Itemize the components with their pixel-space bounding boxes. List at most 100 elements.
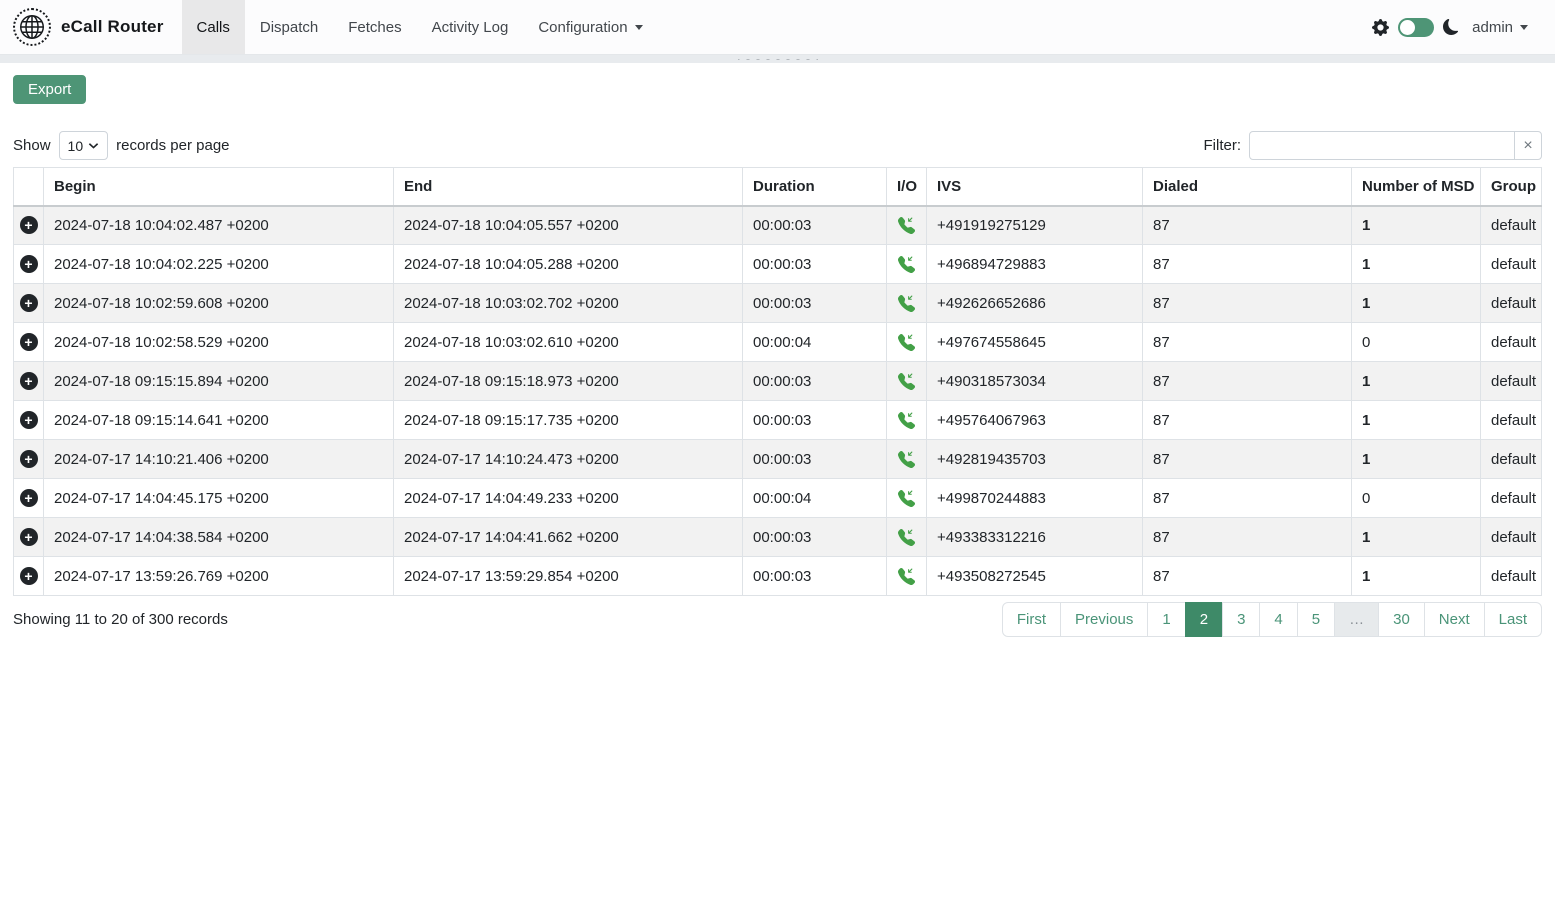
globe-icon [20,15,44,39]
phone-incoming-icon [898,373,915,390]
dialed-cell: 87 [1143,245,1352,284]
oecon-globe-logo [13,8,51,46]
dialed-cell: 87 [1143,479,1352,518]
io-cell [887,245,927,284]
table-footer: Showing 11 to 20 of 300 records FirstPre… [13,602,1542,637]
moon-icon [1443,19,1459,35]
msd-cell: 0 [1352,479,1481,518]
dialed-cell: 87 [1143,284,1352,323]
begin-cell: 2024-07-18 09:15:14.641 +0200 [44,401,394,440]
records-per-page-label: records per page [116,137,229,154]
show-label: Show [13,137,51,154]
column-header-expand [14,168,44,206]
dialed-cell: 87 [1143,323,1352,362]
expand-row-button[interactable]: + [20,216,38,234]
drag-handle-icon[interactable] [738,56,818,63]
begin-cell: 2024-07-18 10:04:02.487 +0200 [44,206,394,245]
duration-cell: 00:00:04 [743,479,887,518]
dialed-cell: 87 [1143,206,1352,245]
filter-clear-button[interactable]: × [1514,131,1542,160]
page-link-first[interactable]: First [1002,602,1061,637]
page-link-5[interactable]: 5 [1297,602,1335,637]
duration-cell: 00:00:03 [743,440,887,479]
page-link-30[interactable]: 30 [1378,602,1425,637]
expand-row-button[interactable]: + [20,294,38,312]
dialed-cell: 87 [1143,440,1352,479]
main-content: Export Show 10 records per page Filter: … [0,63,1555,637]
filter-input[interactable] [1249,131,1515,160]
page-link-next[interactable]: Next [1424,602,1485,637]
table-row: +2024-07-18 09:15:14.641 +02002024-07-18… [14,401,1542,440]
chevron-down-icon [1520,25,1528,30]
msd-cell: 1 [1352,206,1481,245]
pagination: FirstPrevious12345…30NextLast [1002,602,1542,637]
ivs-cell: +497674558645 [927,323,1143,362]
expand-row-button[interactable]: + [20,411,38,429]
group-cell: default [1481,284,1542,323]
expand-row-button[interactable]: + [20,567,38,585]
group-cell: default [1481,440,1542,479]
expand-row-button[interactable]: + [20,372,38,390]
table-header-row: BeginEndDurationI/OIVSDialedNumber of MS… [14,168,1542,206]
nav-item-fetches[interactable]: Fetches [333,0,416,54]
group-cell: default [1481,479,1542,518]
chevron-down-icon [635,25,643,30]
user-menu[interactable]: admin [1472,19,1528,36]
nav-item-label: Dispatch [260,19,318,36]
phone-incoming-icon [898,412,915,429]
nav-item-label: Fetches [348,19,401,36]
filter-control: Filter: × [1204,131,1543,160]
begin-cell: 2024-07-18 10:04:02.225 +0200 [44,245,394,284]
group-cell: default [1481,518,1542,557]
begin-cell: 2024-07-18 10:02:58.529 +0200 [44,323,394,362]
column-header-duration: Duration [743,168,887,206]
begin-cell: 2024-07-18 10:02:59.608 +0200 [44,284,394,323]
export-button[interactable]: Export [13,75,86,104]
io-cell [887,206,927,245]
expand-row-button[interactable]: + [20,333,38,351]
dialed-cell: 87 [1143,518,1352,557]
table-row: +2024-07-18 10:04:02.487 +02002024-07-18… [14,206,1542,245]
page-link-2[interactable]: 2 [1185,602,1223,637]
theme-toggle[interactable] [1398,18,1434,37]
ivs-cell: +491919275129 [927,206,1143,245]
phone-incoming-icon [898,295,915,312]
msd-cell: 1 [1352,518,1481,557]
duration-cell: 00:00:04 [743,323,887,362]
nav-item-configuration[interactable]: Configuration [523,0,657,54]
msd-cell: 1 [1352,362,1481,401]
expand-row-button[interactable]: + [20,528,38,546]
nav-item-dispatch[interactable]: Dispatch [245,0,333,54]
column-header-dialed: Dialed [1143,168,1352,206]
group-cell: default [1481,245,1542,284]
nav-item-label: Configuration [538,19,627,36]
nav-item-calls[interactable]: Calls [182,0,245,54]
ivs-cell: +492626652686 [927,284,1143,323]
begin-cell: 2024-07-17 13:59:26.769 +0200 [44,557,394,596]
page-link-4[interactable]: 4 [1259,602,1297,637]
duration-cell: 00:00:03 [743,206,887,245]
page-link-1[interactable]: 1 [1147,602,1185,637]
io-cell [887,557,927,596]
page-length-select[interactable]: 10 [59,131,109,160]
table-row: +2024-07-18 10:04:02.225 +02002024-07-18… [14,245,1542,284]
page-link-3[interactable]: 3 [1222,602,1260,637]
end-cell: 2024-07-18 09:15:18.973 +0200 [394,362,743,401]
chevron-down-icon [88,140,99,151]
duration-cell: 00:00:03 [743,362,887,401]
group-cell: default [1481,206,1542,245]
page-link-last[interactable]: Last [1484,602,1542,637]
table-row: +2024-07-17 14:04:45.175 +02002024-07-17… [14,479,1542,518]
io-cell [887,323,927,362]
nav-item-label: Activity Log [432,19,509,36]
expand-row-button[interactable]: + [20,255,38,273]
end-cell: 2024-07-17 13:59:29.854 +0200 [394,557,743,596]
brand[interactable]: eCall Router [13,0,182,54]
page-link-previous[interactable]: Previous [1060,602,1148,637]
expand-row-button[interactable]: + [20,450,38,468]
expand-row-button[interactable]: + [20,489,38,507]
nav-item-activity-log[interactable]: Activity Log [417,0,524,54]
io-cell [887,362,927,401]
ivs-cell: +490318573034 [927,362,1143,401]
msd-cell: 1 [1352,440,1481,479]
